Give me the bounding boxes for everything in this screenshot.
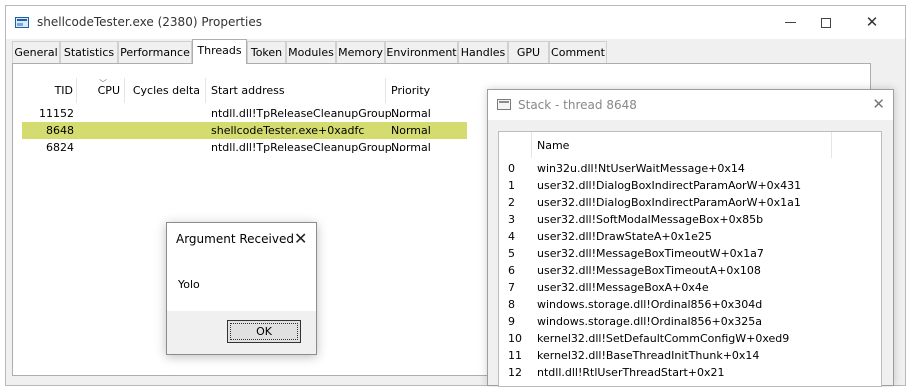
frame-name: windows.storage.dll!Ordinal856+0x304d: [537, 298, 763, 311]
stack-frame-row[interactable]: 0 win32u.dll!NtUserWaitMessage+0x14: [499, 160, 883, 177]
frame-index: 7: [508, 281, 515, 294]
dialog-close-icon[interactable]: ✕: [294, 229, 307, 248]
sort-indicator-icon: ﹀: [99, 79, 107, 88]
frame-name: user32.dll!DialogBoxIndirectParamAorW+0x…: [537, 196, 801, 209]
maximize-button[interactable]: [803, 6, 849, 39]
thread-start-address: ntdll.dll!TpReleaseCleanupGroup...: [211, 141, 403, 154]
stack-frame-row[interactable]: 12 ntdll.dll!RtlUserThreadStart+0x21: [499, 364, 883, 381]
frame-index: 4: [508, 230, 515, 243]
thread-row[interactable]: 11152 ntdll.dll!TpReleaseCleanupGroup...…: [22, 105, 467, 122]
stack-window: Stack - thread 8648 ✕ Name 0 win32u.dll!N…: [487, 89, 894, 387]
tab-threads[interactable]: Threads: [192, 39, 247, 64]
column-header-name[interactable]: Name: [532, 132, 832, 158]
thread-priority: Normal: [391, 107, 431, 120]
thread-start-address: ntdll.dll!TpReleaseCleanupGroup...: [211, 107, 403, 120]
tab-performance[interactable]: Performance: [118, 41, 192, 63]
frame-index: 5: [508, 247, 515, 260]
tab-handles[interactable]: Handles: [458, 41, 508, 63]
stack-window-title: Stack - thread 8648: [518, 98, 637, 112]
thread-start-address: shellcodeTester.exe+0xadfc: [211, 124, 365, 137]
tab-memory[interactable]: Memory: [336, 41, 385, 63]
thread-priority: Normal: [391, 141, 431, 154]
thread-row[interactable]: 6824 ntdll.dll!TpReleaseCleanupGroup... …: [22, 139, 467, 156]
frame-name: kernel32.dll!SetDefaultCommConfigW+0xed9: [537, 332, 790, 345]
frame-index: 10: [508, 332, 522, 345]
ok-button[interactable]: OK: [227, 320, 301, 343]
tab-token[interactable]: Token: [247, 41, 286, 63]
stack-frame-row[interactable]: 5 user32.dll!MessageBoxTimeoutW+0x1a7: [499, 245, 883, 262]
stack-frame-row[interactable]: 11 kernel32.dll!BaseThreadInitThunk+0x14: [499, 347, 883, 364]
frame-index: 9: [508, 315, 515, 328]
stack-title-bar[interactable]: Stack - thread 8648 ✕: [488, 90, 893, 120]
frame-name: user32.dll!MessageBoxTimeoutA+0x108: [537, 264, 761, 277]
frame-index: 1: [508, 179, 515, 192]
tab-comment[interactable]: Comment: [549, 41, 607, 63]
stack-frame-row[interactable]: 6 user32.dll!MessageBoxTimeoutA+0x108: [499, 262, 883, 279]
window-title: shellcodeTester.exe (2380) Properties: [37, 15, 262, 29]
frame-name: kernel32.dll!BaseThreadInitThunk+0x14: [537, 349, 760, 362]
frame-index: 3: [508, 213, 515, 226]
tab-gpu[interactable]: GPU: [508, 41, 549, 63]
stack-frame-row[interactable]: 9 windows.storage.dll!Ordinal856+0x325a: [499, 313, 883, 330]
thread-priority: Normal: [391, 124, 431, 137]
frame-name: win32u.dll!NtUserWaitMessage+0x14: [537, 162, 745, 175]
frame-index: 0: [508, 162, 515, 175]
frame-name: user32.dll!DrawStateA+0x1e25: [537, 230, 712, 243]
stack-frame-row[interactable]: 4 user32.dll!DrawStateA+0x1e25: [499, 228, 883, 245]
column-header-priority[interactable]: Priority: [386, 78, 467, 103]
frame-index: 6: [508, 264, 515, 277]
dialog-message: Yolo: [178, 278, 200, 291]
frame-name: user32.dll!SoftModalMessageBox+0x85b: [537, 213, 764, 226]
maximize-icon: [821, 17, 831, 28]
frame-name: user32.dll!MessageBoxTimeoutW+0x1a7: [537, 247, 764, 260]
tab-modules[interactable]: Modules: [286, 41, 336, 63]
stack-frame-row[interactable]: 10 kernel32.dll!SetDefaultCommConfigW+0xe…: [499, 330, 883, 347]
thread-tid: 11152: [39, 107, 74, 120]
title-bar[interactable]: shellcodeTester.exe (2380) Properties ✕: [6, 6, 905, 39]
stack-frame-row[interactable]: 8 windows.storage.dll!Ordinal856+0x304d: [499, 296, 883, 313]
dialog-button-bar: OK: [167, 311, 316, 354]
frame-name: user32.dll!DialogBoxIndirectParamAorW+0x…: [537, 179, 802, 192]
frame-index: 12: [508, 366, 522, 379]
close-button[interactable]: ✕: [849, 6, 895, 39]
frame-index: 11: [508, 349, 522, 362]
column-header-tid[interactable]: TID: [22, 78, 77, 103]
stack-close-icon[interactable]: ✕: [872, 95, 885, 113]
stack-frame-row[interactable]: 3 user32.dll!SoftModalMessageBox+0x85b: [499, 211, 883, 228]
window-app-icon: [497, 99, 511, 110]
tab-general[interactable]: General: [12, 41, 60, 63]
column-header-index[interactable]: [499, 132, 532, 158]
thread-tid: 8648: [46, 124, 74, 137]
message-box-dialog: Argument Received ✕ Yolo OK: [166, 222, 317, 355]
stack-frame-row[interactable]: 2 user32.dll!DialogBoxIndirectParamAorW+0…: [499, 194, 883, 211]
frame-index: 8: [508, 298, 515, 311]
stack-frame-row[interactable]: 1 user32.dll!DialogBoxIndirectParamAorW+0…: [499, 177, 883, 194]
dialog-title: Argument Received: [176, 232, 294, 246]
tab-statistics[interactable]: Statistics: [60, 41, 118, 63]
frame-name: user32.dll!MessageBoxA+0x4e: [537, 281, 709, 294]
close-icon: ✕: [865, 13, 879, 31]
frame-name: ntdll.dll!RtlUserThreadStart+0x21: [537, 366, 725, 379]
frame-name: windows.storage.dll!Ordinal856+0x325a: [537, 315, 763, 328]
column-header-cycles-delta[interactable]: Cycles delta: [125, 78, 206, 103]
window-app-icon: [15, 17, 29, 28]
stack-frame-row[interactable]: 7 user32.dll!MessageBoxA+0x4e: [499, 279, 883, 296]
tab-environment[interactable]: Environment: [385, 41, 458, 63]
thread-tid: 6824: [46, 141, 74, 154]
column-header-start-address[interactable]: Start address: [206, 78, 386, 103]
stack-frames-list[interactable]: Name 0 win32u.dll!NtUserWaitMessage+0x14 …: [498, 131, 882, 387]
thread-row-selected[interactable]: 8648 shellcodeTester.exe+0xadfc Normal: [22, 122, 467, 139]
frame-index: 2: [508, 196, 515, 209]
minimize-icon: [784, 22, 796, 23]
